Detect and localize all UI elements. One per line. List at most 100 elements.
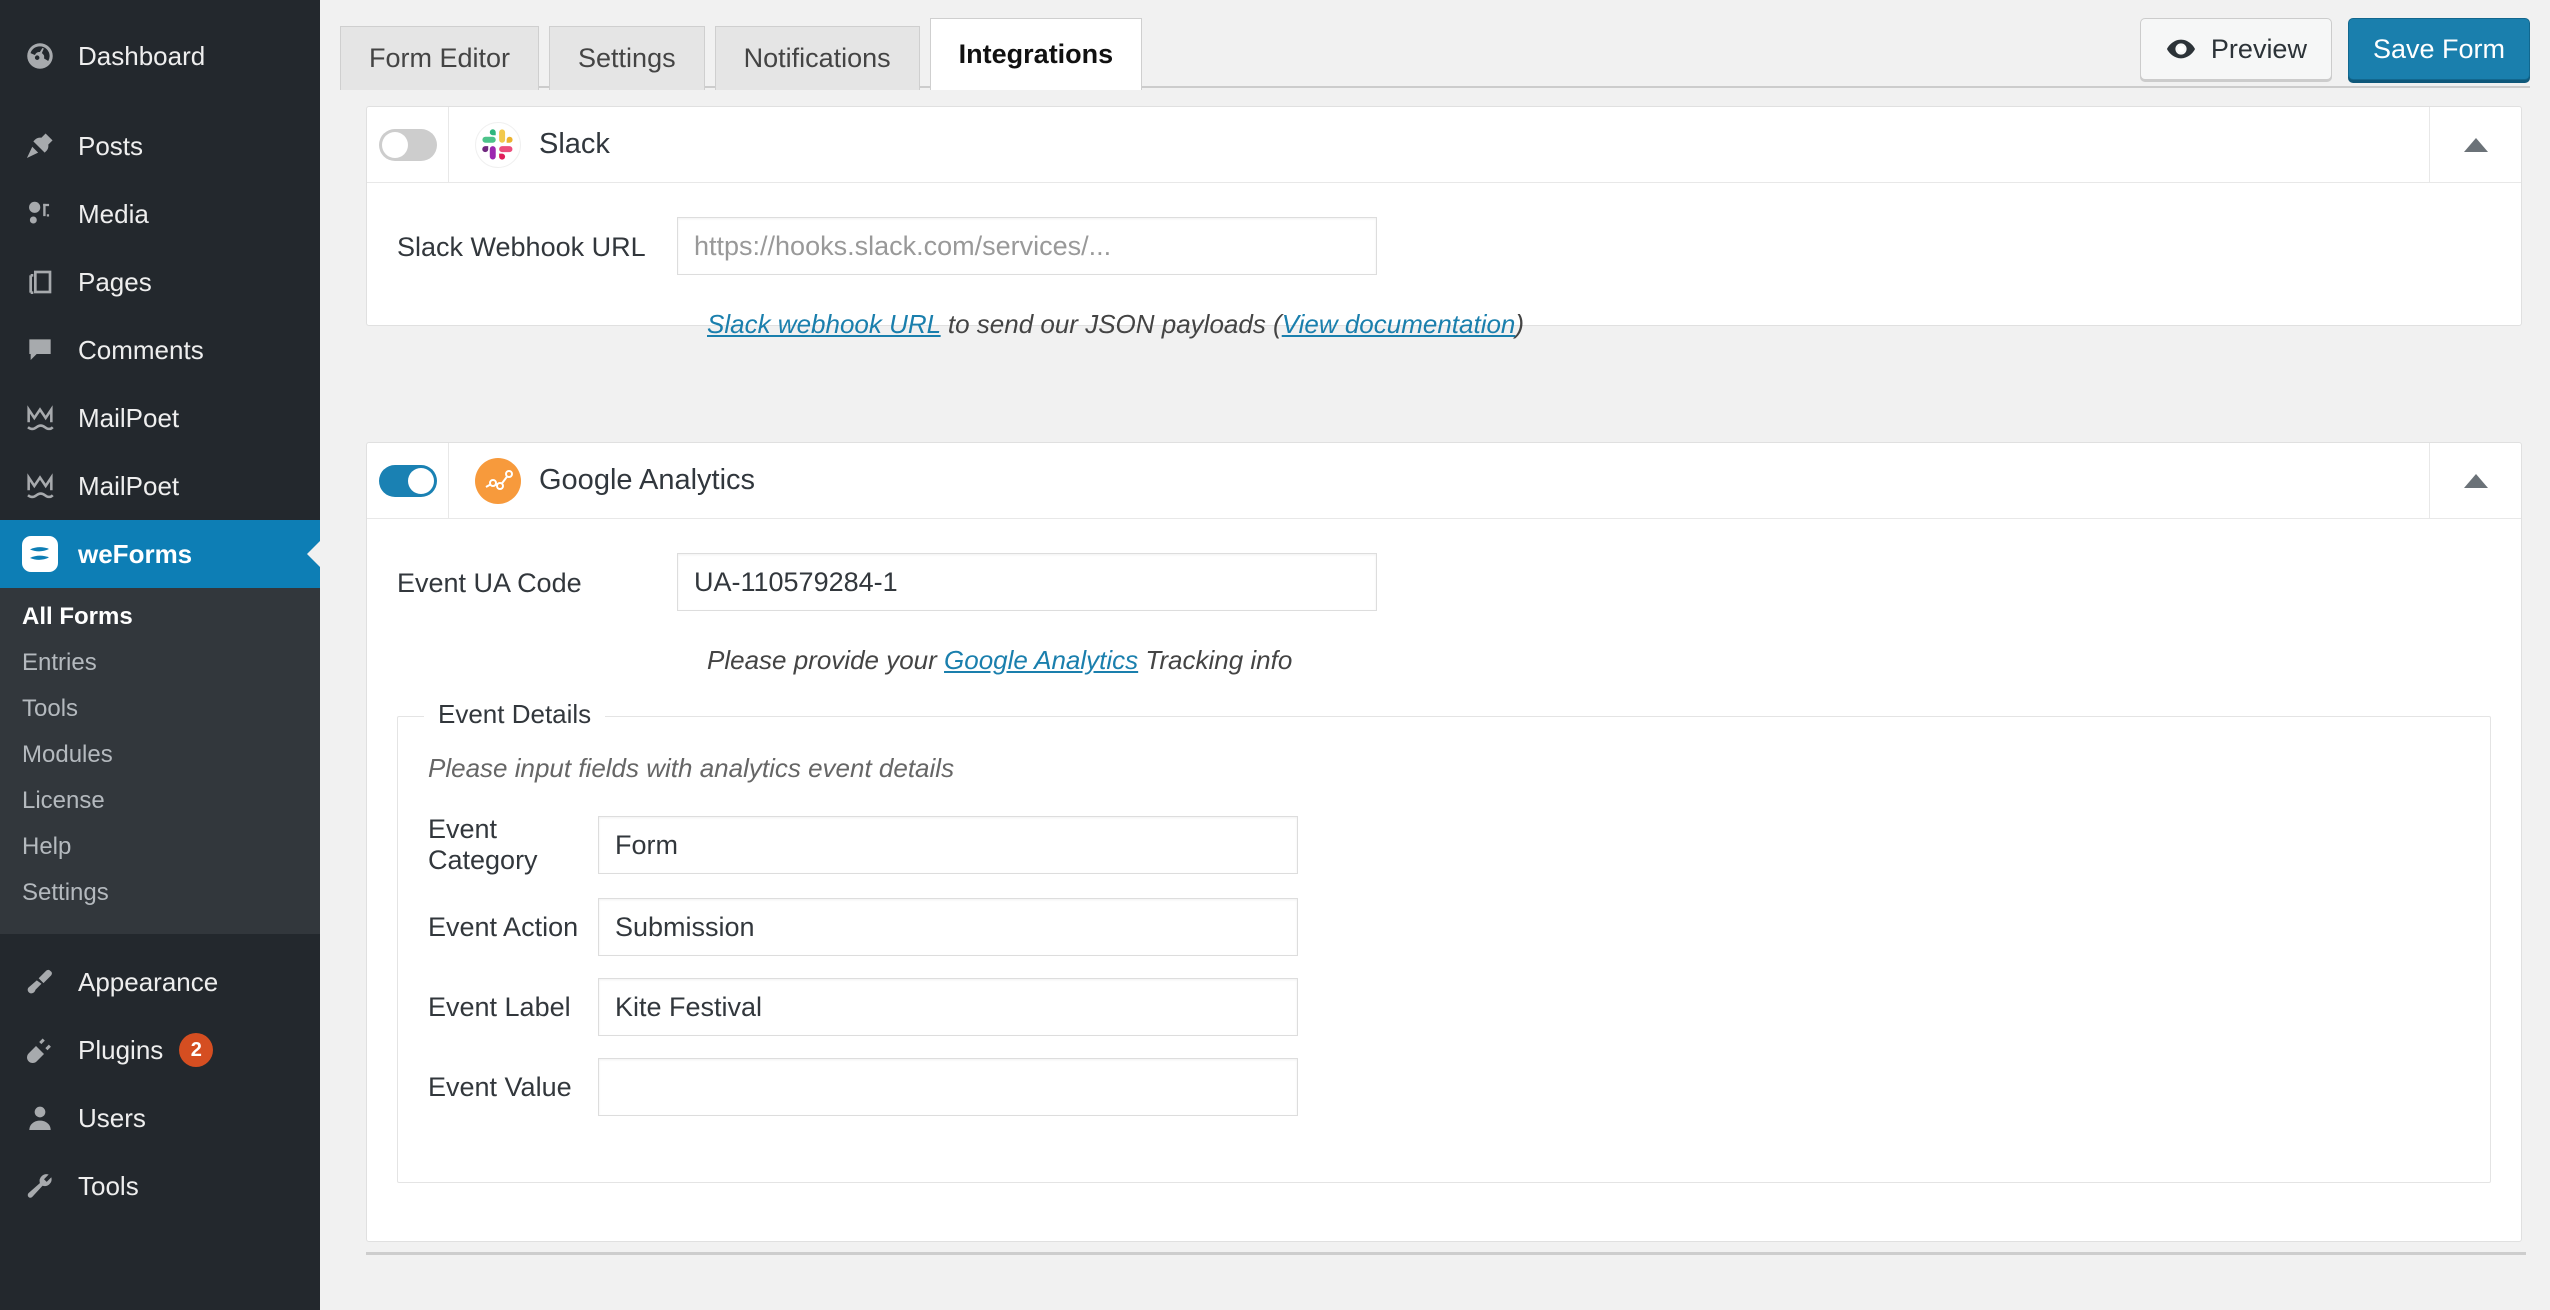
save-form-button-label: Save Form (2372, 33, 2505, 64)
pin-icon (20, 126, 60, 166)
sidebar-item-media[interactable]: Media (0, 180, 320, 248)
ga-toggle-cell (367, 443, 449, 518)
slack-webhook-input[interactable] (677, 217, 1377, 275)
event-value-input[interactable] (598, 1058, 1298, 1116)
sidebar-item-users[interactable]: Users (0, 1084, 320, 1152)
event-details-note: Please input fields with analytics event… (428, 753, 955, 783)
sidebar-item-weforms[interactable]: weForms (0, 520, 320, 588)
preview-button-label: Preview (2210, 33, 2307, 64)
slack-collapse-toggle[interactable] (2429, 107, 2521, 182)
active-tab-mask (930, 85, 1142, 89)
ga-panel-title: Google Analytics (449, 443, 2429, 518)
wrench-icon (20, 1166, 60, 1206)
preview-button[interactable]: Preview (2139, 18, 2332, 80)
mailpoet-icon (20, 398, 60, 438)
main-content: Form Editor Settings Notifications Integ… (320, 0, 2550, 1310)
sidebar-item-posts[interactable]: Posts (0, 112, 320, 180)
ga-ua-code-row: Event UA Code (367, 553, 2521, 613)
submenu-item-all-forms[interactable]: All Forms (0, 594, 320, 640)
form-tabs: Form Editor Settings Notifications Integ… (340, 14, 1152, 90)
event-label-label: Event Label (428, 991, 571, 1022)
tab-settings[interactable]: Settings (549, 26, 705, 90)
sidebar-item-mailpoet-2[interactable]: MailPoet (0, 452, 320, 520)
event-label-input[interactable] (598, 978, 1298, 1036)
sidebar-divider-1 (0, 90, 320, 112)
form-action-buttons: Preview Save Form (2139, 18, 2530, 80)
event-details-fieldset: Event Details Please input fields with a… (397, 699, 2491, 1183)
sidebar-item-dashboard[interactable]: Dashboard (0, 22, 320, 90)
tab-notifications[interactable]: Notifications (714, 26, 920, 90)
event-action-label: Event Action (428, 911, 579, 942)
chevron-up-icon (2463, 473, 2488, 488)
slack-enable-toggle[interactable] (378, 128, 437, 161)
mailpoet-icon (20, 466, 60, 506)
sidebar-item-label: Comments (78, 334, 204, 365)
submenu-item-entries[interactable]: Entries (0, 640, 320, 686)
slack-view-documentation-link[interactable]: View documentation (1282, 309, 1516, 339)
sidebar-item-tools[interactable]: Tools (0, 1152, 320, 1220)
event-action-input[interactable] (598, 898, 1298, 956)
footer-divider (366, 1252, 2526, 1255)
slack-webhook-label: Slack Webhook URL (397, 232, 646, 262)
slack-toggle-knob (381, 131, 408, 158)
event-details-legend: Event Details (424, 699, 606, 730)
submenu-item-help[interactable]: Help (0, 824, 320, 870)
submenu-item-tools[interactable]: Tools (0, 686, 320, 732)
event-value-row: Event Value (398, 1058, 2490, 1116)
slack-title-label: Slack (539, 128, 610, 160)
slack-help-text: Slack webhook URL to send our JSON paylo… (367, 309, 2521, 340)
event-category-row: Event Category (398, 814, 2490, 876)
sidebar-item-plugins[interactable]: Plugins 2 (0, 1016, 320, 1084)
ga-help-text: Please provide your Google Analytics Tra… (367, 645, 2521, 676)
weforms-icon (20, 534, 60, 574)
event-value-label: Event Value (428, 1071, 572, 1102)
ga-ua-code-input[interactable] (677, 553, 1377, 611)
ga-panel-body: Event UA Code Please provide your Google… (367, 519, 2521, 1217)
slack-webhook-row: Slack Webhook URL (367, 217, 2521, 277)
ga-toggle-knob (407, 467, 434, 494)
event-label-row: Event Label (398, 978, 2490, 1036)
submenu-item-settings[interactable]: Settings (0, 870, 320, 916)
slack-help-end: ) (1515, 309, 1525, 339)
tab-form-editor[interactable]: Form Editor (340, 26, 540, 90)
sidebar-item-appearance[interactable]: Appearance (0, 948, 320, 1016)
slack-panel-header: Slack (367, 107, 2521, 183)
sidebar-item-label: MailPoet (78, 470, 180, 501)
ga-ua-code-label: Event UA Code (397, 568, 582, 598)
media-icon (20, 194, 60, 234)
event-category-input[interactable] (598, 816, 1298, 874)
ga-help-pre: Please provide your (707, 645, 945, 675)
pages-icon (20, 262, 60, 302)
google-analytics-icon (475, 457, 521, 504)
ga-help-post: Tracking info (1138, 645, 1293, 675)
sidebar-item-label: Posts (78, 130, 144, 161)
ga-enable-toggle[interactable] (378, 464, 437, 497)
sidebar-item-label: Pages (78, 266, 152, 297)
slack-panel-title: Slack (449, 107, 2429, 182)
sidebar-item-label: Dashboard (78, 40, 206, 71)
eye-icon (2165, 33, 2197, 65)
weforms-submenu: All Forms Entries Tools Modules License … (0, 588, 320, 934)
slack-icon (475, 121, 521, 168)
dashboard-icon (20, 36, 60, 76)
sidebar-item-label: Users (78, 1102, 146, 1133)
sidebar-item-comments[interactable]: Comments (0, 316, 320, 384)
user-icon (20, 1098, 60, 1138)
plug-icon (20, 1030, 60, 1070)
slack-help-mid: to send our JSON payloads ( (940, 309, 1282, 339)
sidebar-item-label: Tools (78, 1170, 139, 1201)
slack-webhook-url-link[interactable]: Slack webhook URL (707, 309, 941, 339)
sidebar-lower-group: Appearance Plugins 2 Users Tools (0, 934, 320, 1220)
google-analytics-link[interactable]: Google Analytics (944, 645, 1138, 675)
comment-icon (20, 330, 60, 370)
tab-integrations[interactable]: Integrations (929, 18, 1143, 90)
ga-title-label: Google Analytics (539, 464, 756, 496)
sidebar-item-label: Media (78, 198, 149, 229)
sidebar-item-label: weForms (78, 538, 193, 569)
sidebar-item-pages[interactable]: Pages (0, 248, 320, 316)
submenu-item-modules[interactable]: Modules (0, 732, 320, 778)
ga-collapse-toggle[interactable] (2429, 443, 2521, 518)
save-form-button[interactable]: Save Form (2347, 18, 2530, 80)
submenu-item-license[interactable]: License (0, 778, 320, 824)
sidebar-item-mailpoet-1[interactable]: MailPoet (0, 384, 320, 452)
